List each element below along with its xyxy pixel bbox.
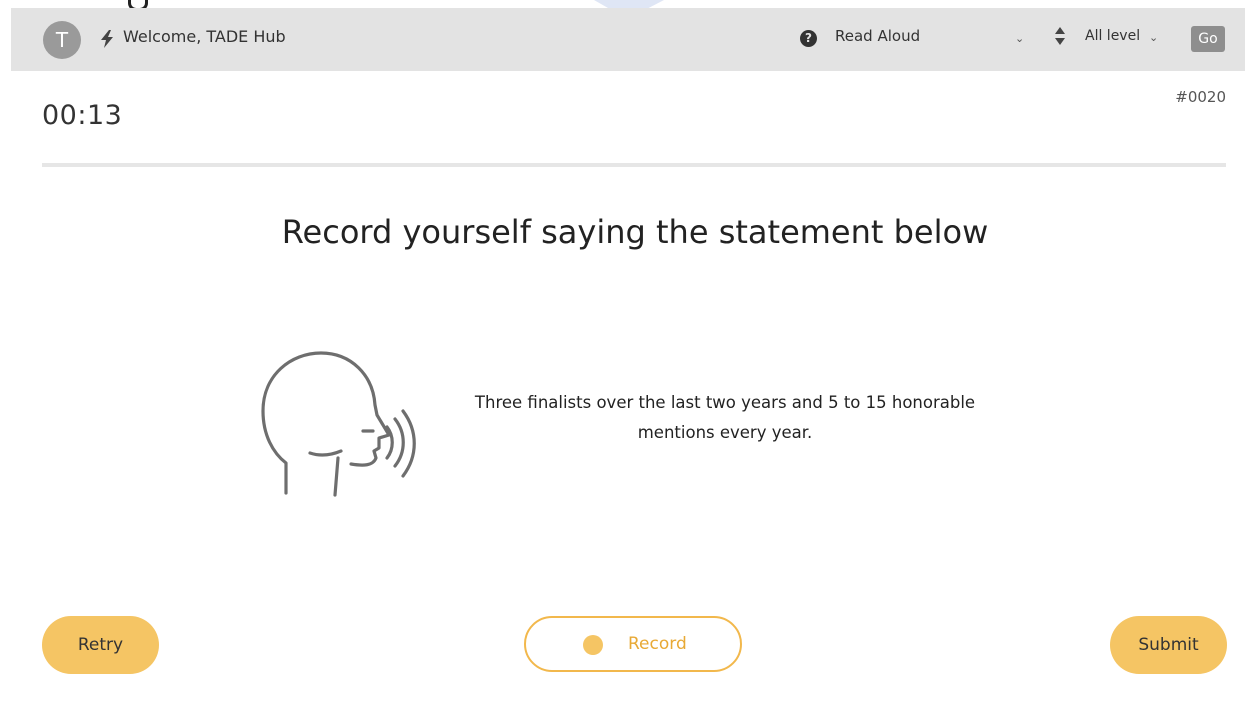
progress-divider xyxy=(42,163,1226,167)
question-circle-icon[interactable]: ? xyxy=(800,30,817,47)
task-type-label: Read Aloud xyxy=(835,27,921,45)
retry-button[interactable]: Retry xyxy=(42,616,159,674)
countdown-timer: 00:13 xyxy=(42,100,123,131)
top-bar: T Welcome, TADE Hub ? Read Aloud ⌄ All l… xyxy=(11,8,1245,71)
bolt-icon xyxy=(101,30,113,48)
instruction-heading: Record yourself saying the statement bel… xyxy=(281,213,989,251)
welcome-text: Welcome, TADE Hub xyxy=(123,27,286,46)
speaking-head-icon xyxy=(261,351,416,497)
record-button[interactable]: Record xyxy=(524,616,742,672)
chevron-down-icon: ⌄ xyxy=(1015,32,1025,45)
record-dot-icon xyxy=(583,635,603,655)
question-id: #0020 xyxy=(1175,88,1226,106)
go-button[interactable]: Go xyxy=(1191,26,1225,52)
chevron-down-icon: ⌄ xyxy=(1149,31,1159,44)
avatar[interactable]: T xyxy=(43,21,81,59)
record-label: Record xyxy=(628,634,687,654)
sort-icon xyxy=(1055,27,1065,45)
read-aloud-page: T Welcome, TADE Hub ? Read Aloud ⌄ All l… xyxy=(0,0,1256,701)
level-select[interactable]: All level ⌄ xyxy=(1055,25,1163,51)
top-artifact-right xyxy=(594,0,664,8)
statement-text: Three finalists over the last two years … xyxy=(474,393,976,442)
task-type-select[interactable]: Read Aloud ⌄ xyxy=(835,27,1031,51)
submit-button[interactable]: Submit xyxy=(1110,616,1227,674)
level-label: All level xyxy=(1085,28,1141,44)
